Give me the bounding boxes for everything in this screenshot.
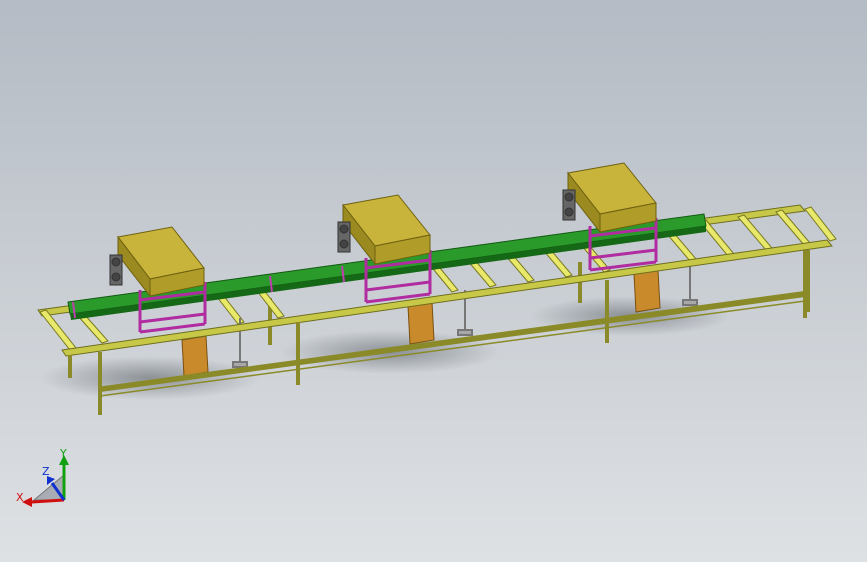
y-axis-label: Y	[59, 447, 67, 460]
coordinate-triad: Y X Z	[14, 445, 84, 515]
cad-viewport[interactable]: Y X Z	[0, 0, 867, 562]
motor-unit	[337, 221, 351, 253]
machine-station-1[interactable]	[109, 226, 207, 334]
machine-station-3[interactable]	[562, 162, 658, 272]
z-axis-label: Z	[42, 465, 50, 478]
x-axis-label: X	[16, 491, 24, 504]
conveyor-assembly-model[interactable]	[0, 0, 867, 562]
motor-unit	[562, 189, 576, 221]
machine-station-2[interactable]	[337, 194, 432, 304]
x-axis-arrow-icon	[31, 498, 65, 504]
floor-shadow	[40, 356, 260, 400]
motor-unit	[109, 254, 123, 286]
